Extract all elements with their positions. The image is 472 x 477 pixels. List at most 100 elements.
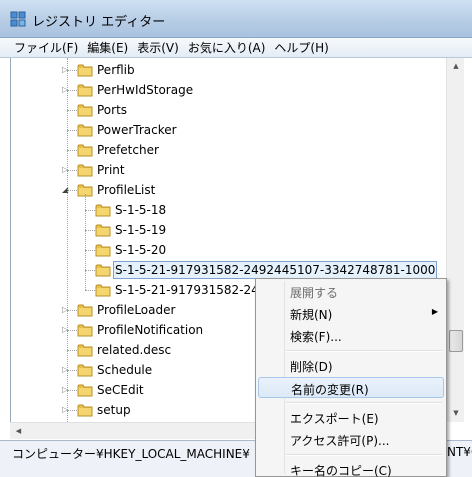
tree-key[interactable]: ▷ Perflib [11, 60, 462, 80]
tree-key-label[interactable]: ProfileNotification [95, 322, 205, 338]
context-menu: 展開する新規(N) ▶ 検索(F)... 削除(D) 名前の変更(R) エクスポート(E)… [255, 278, 447, 477]
folder-icon [77, 83, 93, 97]
menu-file[interactable]: ファイル(F) [14, 39, 78, 56]
context-menu-item-label: 削除(D) [290, 360, 333, 374]
tree-key-label[interactable]: S-1-5-18 [113, 202, 168, 218]
submenu-arrow-icon: ▶ [431, 307, 438, 316]
scroll-up-button[interactable]: ▲ [447, 58, 465, 75]
vertical-scrollbar[interactable]: ▲ ▼ [446, 58, 464, 422]
tree-key[interactable]: Prefetcher [11, 140, 462, 160]
context-menu-item-label: 検索(F)... [290, 330, 342, 344]
context-menu-item-label: 展開する [290, 286, 339, 300]
folder-icon [77, 323, 93, 337]
tree-connector [67, 310, 77, 311]
tree-key-label[interactable]: SeCEdit [95, 382, 146, 398]
status-path-tail: NT¥C [447, 445, 472, 459]
folder-icon [95, 243, 111, 257]
tree-key-label[interactable]: PerHwIdStorage [95, 82, 195, 98]
folder-icon [95, 203, 111, 217]
tree-connector [85, 210, 95, 211]
context-menu-item[interactable]: 削除(D) [258, 355, 444, 376]
tree-connector [67, 410, 77, 411]
context-menu-item-label: 新規(N) [290, 308, 333, 322]
tree-key-label[interactable]: Perflib [95, 62, 137, 78]
tree-key-label[interactable]: S-1-5-20 [113, 242, 168, 258]
scroll-thumb[interactable] [449, 330, 463, 352]
menu-separator [286, 350, 442, 352]
context-menu-item[interactable]: 展開する [258, 281, 444, 302]
context-menu-item[interactable]: アクセス許可(P)... [258, 429, 444, 450]
tree-guide-line [85, 194, 86, 290]
menu-separator [286, 454, 442, 456]
context-menu-item-label: 名前の変更(R) [291, 383, 369, 397]
folder-icon [95, 263, 111, 277]
tree-connector [85, 270, 95, 271]
context-menu-item[interactable]: 名前の変更(R) [258, 377, 444, 398]
tree-connector [85, 290, 95, 291]
tree-key-label[interactable]: Schedule [95, 362, 154, 378]
tree-key-label[interactable]: PowerTracker [95, 122, 179, 138]
tree-connector [67, 370, 77, 371]
folder-icon [77, 403, 93, 417]
tree-key-label[interactable]: S-1-5-19 [113, 222, 168, 238]
folder-icon [77, 163, 93, 177]
context-menu-item-label: エクスポート(E) [290, 412, 379, 426]
context-menu-item[interactable]: エクスポート(E) [258, 407, 444, 428]
menu-view[interactable]: 表示(V) [137, 39, 179, 56]
tree-connector [67, 190, 77, 191]
tree-subkey[interactable]: S-1-5-20 [11, 240, 462, 260]
tree-key-label[interactable]: ProfileList [95, 182, 157, 198]
folder-icon [77, 383, 93, 397]
scroll-left-button[interactable]: ◀ [10, 423, 27, 440]
menu-edit[interactable]: 編集(E) [87, 39, 128, 56]
context-menu-item[interactable]: 新規(N) ▶ [258, 303, 444, 324]
folder-icon [77, 363, 93, 377]
folder-icon [77, 103, 93, 117]
tree-connector [67, 330, 77, 331]
tree-connector [67, 90, 77, 91]
tree-guide-line [67, 58, 68, 422]
tree-key-label[interactable]: setup [95, 402, 133, 418]
tree-key-label[interactable]: Print [95, 162, 127, 178]
folder-icon [77, 123, 93, 137]
title-bar: レジストリ エディター [0, 0, 472, 38]
tree-key-label[interactable]: Ports [95, 102, 129, 118]
tree-key-label[interactable]: S-1-5-21-917931582-2492445107-3342748781… [113, 261, 438, 279]
folder-icon [77, 63, 93, 77]
menu-favorites[interactable]: お気に入り(A) [188, 39, 266, 56]
folder-icon [77, 343, 93, 357]
tree-key-label[interactable]: S-1-5-21-917931582-24 [113, 282, 261, 298]
context-menu-item[interactable]: 検索(F)... [258, 325, 444, 346]
tree-connector [67, 390, 77, 391]
menu-separator [286, 402, 442, 404]
context-menu-item[interactable]: キー名のコピー(C) [258, 459, 444, 477]
tree-connector [85, 250, 95, 251]
tree-key[interactable]: ▷ Print [11, 160, 462, 180]
tree-subkey[interactable]: S-1-5-18 [11, 200, 462, 220]
registry-editor-icon [10, 11, 26, 27]
tree-key[interactable]: ▷ PerHwIdStorage [11, 80, 462, 100]
tree-key-label[interactable]: related.desc [95, 342, 173, 358]
menu-bar: ファイル(F) 編集(E) 表示(V) お気に入り(A) ヘルプ(H) [0, 38, 472, 58]
tree-key[interactable]: ◢ ProfileList [11, 180, 462, 200]
tree-connector [67, 150, 77, 151]
scroll-down-button[interactable]: ▼ [447, 405, 465, 422]
context-menu-item-label: アクセス許可(P)... [290, 434, 390, 448]
tree-connector [67, 350, 77, 351]
tree-key[interactable]: PowerTracker [11, 120, 462, 140]
tree-key-label[interactable]: Prefetcher [95, 142, 161, 158]
tree-subkey[interactable]: S-1-5-21-917931582-2492445107-3342748781… [11, 260, 462, 280]
tree-key-label[interactable]: ProfileLoader [95, 302, 177, 318]
tree-connector [67, 70, 77, 71]
folder-icon [95, 223, 111, 237]
tree-connector [67, 130, 77, 131]
folder-icon [77, 303, 93, 317]
tree-connector [67, 170, 77, 171]
tree-subkey[interactable]: S-1-5-19 [11, 220, 462, 240]
folder-icon [95, 283, 111, 297]
tree-connector [85, 230, 95, 231]
folder-icon [77, 143, 93, 157]
tree-key[interactable]: Ports [11, 100, 462, 120]
menu-help[interactable]: ヘルプ(H) [274, 39, 328, 56]
tree-connector [67, 110, 77, 111]
